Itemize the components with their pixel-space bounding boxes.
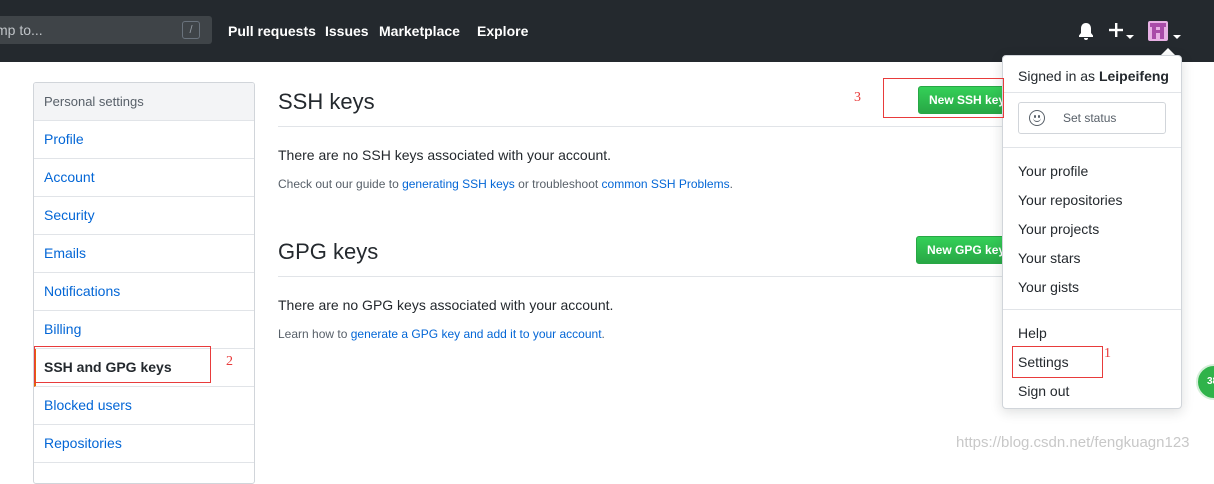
dropdown-divider (1003, 147, 1181, 148)
sidebar-item-account[interactable]: Account (34, 159, 254, 197)
menu-your-gists[interactable]: Your gists (1018, 279, 1079, 295)
sidebar-heading: Personal settings (34, 83, 254, 121)
common-ssh-problems-link[interactable]: common SSH Problems (602, 177, 730, 191)
signed-in-as: Signed in as Leipeifeng (1018, 68, 1169, 84)
floating-badge[interactable]: 38 (1196, 364, 1214, 400)
bell-icon[interactable] (1078, 22, 1094, 45)
menu-help[interactable]: Help (1018, 325, 1047, 341)
settings-sidebar: Personal settings Profile Account Securi… (33, 82, 255, 484)
sidebar-item-billing[interactable]: Billing (34, 311, 254, 349)
annotation-box-settings (1012, 346, 1103, 378)
ssh-help-suffix: . (729, 177, 733, 191)
plus-icon[interactable] (1108, 22, 1124, 43)
gpg-help-prefix: Learn how to (278, 327, 351, 341)
username: Leipeifeng (1098, 68, 1169, 84)
menu-your-repositories[interactable]: Your repositories (1018, 192, 1123, 208)
annotation-number-1: 1 (1104, 346, 1111, 361)
sidebar-item-repositories[interactable]: Repositories (34, 425, 254, 463)
nav-issues[interactable]: Issues (325, 23, 369, 39)
gpg-help-text: Learn how to generate a GPG key and add … (278, 327, 605, 341)
dropdown-divider (1003, 92, 1181, 93)
gpg-help-suffix: . (601, 327, 605, 341)
ssh-keys-title: SSH keys (278, 89, 375, 114)
dropdown-divider (1003, 309, 1181, 310)
sidebar-item-emails[interactable]: Emails (34, 235, 254, 273)
gpg-divider (278, 276, 1018, 277)
set-status-label: Set status (1063, 111, 1117, 125)
search-box[interactable]: / (0, 16, 212, 44)
menu-your-profile[interactable]: Your profile (1018, 163, 1088, 179)
search-shortcut-key: / (182, 21, 200, 39)
generate-gpg-key-link[interactable]: generate a GPG key and add it to your ac… (351, 327, 602, 341)
sidebar-item-security[interactable]: Security (34, 197, 254, 235)
annotation-box-new-ssh (883, 78, 1004, 118)
ssh-divider (278, 126, 1018, 127)
annotation-number-3: 3 (854, 90, 861, 105)
sidebar-item-blocked-users[interactable]: Blocked users (34, 387, 254, 425)
search-input[interactable] (0, 16, 166, 44)
annotation-number-2: 2 (226, 354, 233, 369)
ssh-help-middle: or troubleshoot (514, 177, 602, 191)
menu-your-projects[interactable]: Your projects (1018, 221, 1099, 237)
top-header: / Pull requests Issues Marketplace Explo… (0, 0, 1214, 62)
nav-explore[interactable]: Explore (477, 23, 528, 39)
annotation-box-ssh-gpg (34, 346, 211, 383)
avatar-chevron-down-icon[interactable] (1173, 28, 1181, 46)
ssh-help-text: Check out our guide to generating SSH ke… (278, 177, 733, 191)
nav-marketplace[interactable]: Marketplace (379, 23, 460, 39)
nav-pull-requests[interactable]: Pull requests (228, 23, 316, 39)
sidebar-item-notifications[interactable]: Notifications (34, 273, 254, 311)
ssh-empty-message: There are no SSH keys associated with yo… (278, 147, 612, 163)
generating-ssh-keys-link[interactable]: generating SSH keys (402, 177, 515, 191)
signed-in-prefix: Signed in as (1018, 68, 1099, 84)
avatar[interactable] (1148, 21, 1168, 41)
ssh-help-prefix: Check out our guide to (278, 177, 403, 191)
watermark: https://blog.csdn.net/fengkuagn123 (956, 434, 1190, 451)
menu-sign-out[interactable]: Sign out (1018, 383, 1069, 399)
gpg-keys-title: GPG keys (278, 239, 379, 264)
chevron-down-icon[interactable] (1126, 28, 1134, 46)
menu-your-stars[interactable]: Your stars (1018, 250, 1081, 266)
set-status-button[interactable]: Set status (1018, 102, 1166, 134)
sidebar-item-profile[interactable]: Profile (34, 121, 254, 159)
gpg-empty-message: There are no GPG keys associated with yo… (278, 297, 614, 313)
